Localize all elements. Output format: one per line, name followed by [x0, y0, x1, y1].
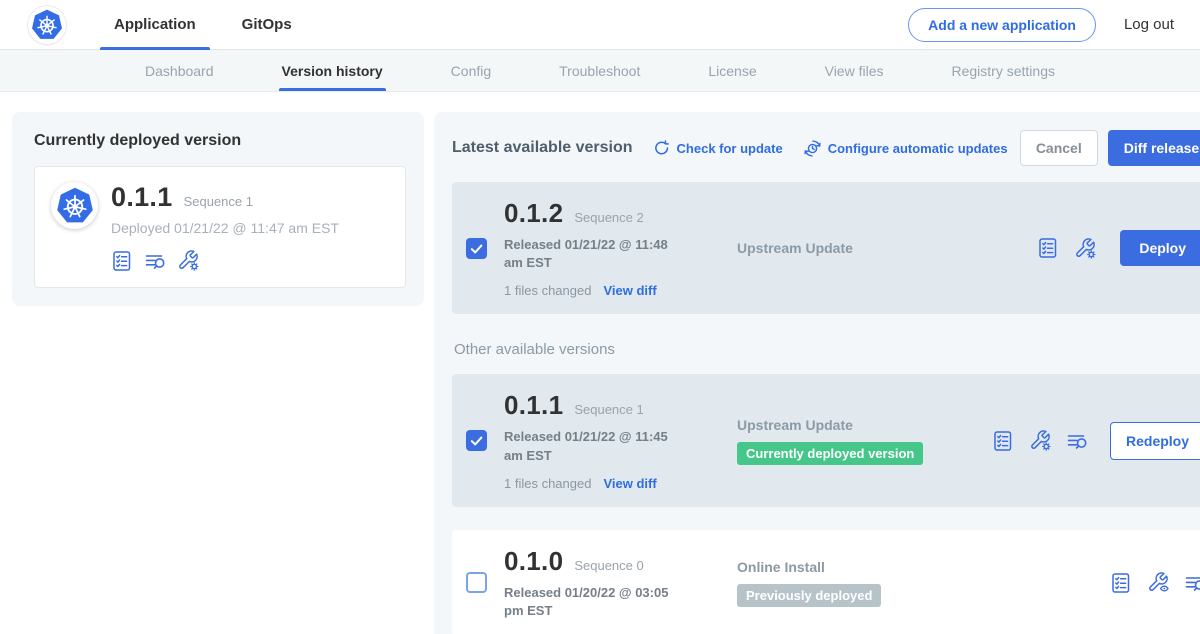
preflight-checks-icon[interactable]	[111, 250, 133, 272]
source-label: Online Install	[737, 559, 992, 575]
tab-application[interactable]: Application	[98, 0, 212, 50]
subnav-view-files-label: View files	[825, 63, 884, 79]
kubernetes-icon	[56, 187, 94, 225]
check-icon	[468, 240, 485, 257]
deploy-logs-icon[interactable]	[145, 251, 165, 271]
check-for-update-link[interactable]: Check for update	[653, 139, 783, 157]
subnav-tab-registry-settings[interactable]: Registry settings	[949, 50, 1058, 91]
subnav-tab-dashboard[interactable]: Dashboard	[142, 50, 217, 91]
view-diff-link[interactable]: View diff	[603, 283, 656, 298]
add-new-application-button[interactable]: Add a new application	[908, 8, 1096, 42]
version-info: 0.1.1 Sequence 1 Released 01/21/22 @ 11:…	[504, 390, 709, 490]
source-label: Upstream Update	[737, 417, 992, 433]
currently-deployed-badge: Currently deployed version	[737, 442, 923, 465]
source-label: Upstream Update	[737, 240, 992, 256]
top-nav: Application GitOps Add a new application…	[0, 0, 1200, 50]
version-checkbox[interactable]	[466, 238, 487, 259]
version-history-panel: Latest available version Check for updat…	[434, 112, 1200, 634]
logout-button[interactable]: Log out	[1124, 16, 1174, 33]
subnav-version-history-label: Version history	[282, 63, 383, 79]
config-view-icon[interactable]	[1147, 571, 1170, 594]
preflight-checks-icon[interactable]	[992, 430, 1014, 452]
version-source: Online Install Previously deployed	[737, 559, 992, 607]
sequence-label: Sequence 1	[574, 402, 643, 417]
kubernetes-icon	[31, 9, 63, 41]
configure-updates-label: Configure automatic updates	[828, 141, 1008, 156]
version-number: 0.1.0	[504, 546, 563, 577]
view-diff-link[interactable]: View diff	[603, 476, 656, 491]
released-timestamp: Released 01/21/22 @ 11:45 am EST	[504, 428, 690, 464]
subnav-tab-version-history[interactable]: Version history	[279, 50, 386, 91]
subnav-tab-config[interactable]: Config	[448, 50, 494, 91]
config-gear-icon[interactable]	[177, 249, 200, 272]
subnav-dashboard-label: Dashboard	[145, 63, 214, 79]
released-timestamp: Released 01/20/22 @ 03:05 pm EST	[504, 584, 690, 620]
version-checkbox[interactable]	[466, 572, 487, 593]
deployed-version-number: 0.1.1	[111, 182, 173, 213]
version-number: 0.1.1	[504, 390, 563, 421]
version-checkbox[interactable]	[466, 430, 487, 451]
deploy-logs-icon[interactable]	[1067, 431, 1087, 451]
currently-deployed-title: Currently deployed version	[34, 132, 406, 150]
subnav-license-label: License	[708, 63, 756, 79]
config-gear-icon[interactable]	[1074, 237, 1097, 260]
preflight-checks-icon[interactable]	[1037, 237, 1059, 259]
main-content: Currently deployed version 0.1.1 Sequenc…	[0, 92, 1200, 634]
other-versions-title: Other available versions	[454, 341, 1200, 358]
latest-version-title: Latest available version	[452, 139, 633, 157]
configure-automatic-updates-link[interactable]: Configure automatic updates	[803, 139, 1008, 158]
diff-releases-button[interactable]: Diff releases	[1108, 130, 1200, 166]
subnav-registry-settings-label: Registry settings	[952, 63, 1055, 79]
deployed-timestamp: Deployed 01/21/22 @ 11:47 am EST	[111, 220, 339, 236]
subnav-config-label: Config	[451, 63, 491, 79]
row-actions: Redeploy	[992, 422, 1200, 460]
subnav-tab-troubleshoot[interactable]: Troubleshoot	[556, 50, 643, 91]
check-icon	[468, 432, 485, 449]
deploy-button[interactable]: Deploy	[1120, 230, 1200, 266]
row-actions	[1110, 571, 1200, 594]
schedule-update-icon	[803, 139, 822, 158]
version-info: 0.1.2 Sequence 2 Released 01/21/22 @ 11:…	[504, 198, 709, 298]
subnav-troubleshoot-label: Troubleshoot	[559, 63, 640, 79]
currently-deployed-panel: Currently deployed version 0.1.1 Sequenc…	[12, 112, 424, 306]
version-row-0.1.0: 0.1.0 Sequence 0 Released 01/20/22 @ 03:…	[452, 530, 1200, 634]
cancel-button[interactable]: Cancel	[1020, 130, 1098, 166]
sequence-label: Sequence 0	[574, 558, 643, 573]
previously-deployed-badge: Previously deployed	[737, 584, 881, 607]
deployed-sequence-label: Sequence 1	[184, 194, 253, 209]
tab-gitops[interactable]: GitOps	[226, 0, 308, 50]
deploy-logs-icon[interactable]	[1185, 573, 1200, 593]
subnav-tab-license[interactable]: License	[705, 50, 759, 91]
app-subnav: Dashboard Version history Config Trouble…	[0, 50, 1200, 92]
sequence-label: Sequence 2	[574, 210, 643, 225]
deployed-version-info: 0.1.1 Sequence 1 Deployed 01/21/22 @ 11:…	[111, 182, 339, 272]
version-row-0.1.1: 0.1.1 Sequence 1 Released 01/21/22 @ 11:…	[452, 374, 1200, 506]
version-number: 0.1.2	[504, 198, 563, 229]
files-changed-label: 1 files changed	[504, 283, 591, 298]
tab-application-label: Application	[114, 16, 196, 33]
files-changed-label: 1 files changed	[504, 476, 591, 491]
released-timestamp: Released 01/21/22 @ 11:48 am EST	[504, 236, 690, 272]
config-gear-icon[interactable]	[1029, 429, 1052, 452]
version-source: Upstream Update	[737, 240, 992, 256]
version-info: 0.1.0 Sequence 0 Released 01/20/22 @ 03:…	[504, 546, 709, 620]
app-logo	[28, 6, 66, 44]
redeploy-button[interactable]: Redeploy	[1110, 422, 1200, 460]
subnav-tab-view-files[interactable]: View files	[822, 50, 887, 91]
version-row-0.1.2: 0.1.2 Sequence 2 Released 01/21/22 @ 11:…	[452, 182, 1200, 314]
check-for-update-label: Check for update	[677, 141, 783, 156]
app-icon-badge	[51, 182, 98, 229]
refresh-icon	[653, 139, 671, 157]
row-actions: Deploy	[1037, 230, 1200, 266]
tab-gitops-label: GitOps	[242, 16, 292, 33]
preflight-checks-icon[interactable]	[1110, 572, 1132, 594]
version-source: Upstream Update Currently deployed versi…	[737, 417, 992, 465]
latest-version-header: Latest available version Check for updat…	[452, 130, 1200, 166]
deployed-version-card: 0.1.1 Sequence 1 Deployed 01/21/22 @ 11:…	[34, 166, 406, 288]
